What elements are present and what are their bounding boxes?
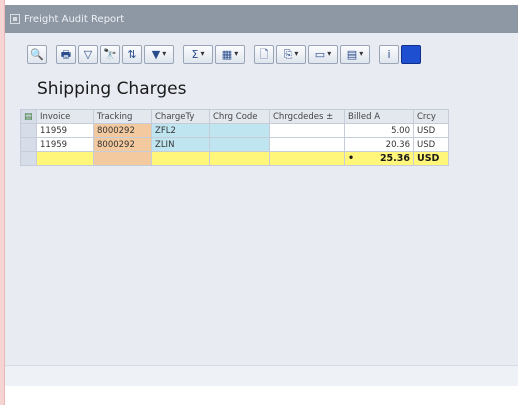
report-content: 🔍 🖶 ▽ 🔭 ⇅ ▼ ▾ Σ ▾ ▦ ▾ 🗋 ⎘ ▾ ▭ ▾ ▤ ▾ i Shipping… xyxy=(5,33,518,365)
column-header-charge-type[interactable]: ChargeTy xyxy=(151,109,210,124)
cell-billed-amount: 5.00 xyxy=(344,123,414,138)
column-header-chrg-code[interactable]: Chrg Code xyxy=(209,109,270,124)
row-selector[interactable] xyxy=(20,151,37,166)
overflow-icon[interactable] xyxy=(401,44,421,64)
total-currency: USD xyxy=(413,151,449,166)
column-header-tracking[interactable]: Tracking xyxy=(93,109,152,124)
alv-toolbar: 🔍 🖶 ▽ 🔭 ⇅ ▼ ▾ Σ ▾ ▦ ▾ 🗋 ⎘ ▾ ▭ ▾ ▤ ▾ i xyxy=(27,43,421,65)
table-row[interactable]: 11959 8000292 ZLIN 20.36 USD xyxy=(20,137,518,152)
cell-currency: USD xyxy=(413,123,449,138)
total-cell-chrg-desc xyxy=(269,151,345,166)
cell-currency: USD xyxy=(413,137,449,152)
status-bar xyxy=(5,365,518,386)
total-cell-invoice xyxy=(36,151,94,166)
shipping-charges-table: ▤ Invoice Tracking ChargeTy Chrg Code Ch… xyxy=(20,109,518,166)
column-header-billed-amount[interactable]: Billed A xyxy=(344,109,414,124)
window-icon xyxy=(10,14,20,24)
column-header-chrg-desc[interactable]: Chrgcdedes ± xyxy=(269,109,345,124)
select-all-icon[interactable]: ▤ xyxy=(20,109,37,124)
column-header-currency[interactable]: Crcy xyxy=(413,109,449,124)
cell-billed-amount: 20.36 xyxy=(344,137,414,152)
total-cell-charge-type xyxy=(151,151,210,166)
total-cell-tracking xyxy=(93,151,152,166)
magnify-icon[interactable]: 🔍 xyxy=(27,44,47,64)
total-row[interactable]: • 25.36 USD xyxy=(20,151,518,166)
export-icon[interactable]: ⎘ ▾ xyxy=(276,44,306,64)
document-icon[interactable]: 🗋 xyxy=(254,44,274,64)
sort-icon[interactable]: ⇅ xyxy=(122,44,142,64)
layout-icon[interactable]: ▦ ▾ xyxy=(215,44,245,64)
report-window: Freight Audit Report 🔍 🖶 ▽ 🔭 ⇅ ▼ ▾ Σ ▾ ▦ ▾ … xyxy=(5,0,518,405)
subtotal-icon[interactable]: Σ ▾ xyxy=(183,44,213,64)
cell-chrg-code xyxy=(209,123,270,138)
chart-icon[interactable]: ▤ ▾ xyxy=(340,44,370,64)
table-header-row: ▤ Invoice Tracking ChargeTy Chrg Code Ch… xyxy=(20,109,518,124)
footer-area xyxy=(5,386,518,405)
cell-charge-type: ZLIN xyxy=(151,137,210,152)
cell-chrg-code xyxy=(209,137,270,152)
total-marker: • xyxy=(348,153,355,164)
window-title: Freight Audit Report xyxy=(24,13,125,25)
table-row[interactable]: 11959 8000292 ZFL2 5.00 USD xyxy=(20,123,518,138)
filter-icon[interactable]: ▽ xyxy=(78,44,98,64)
cell-chrg-desc xyxy=(269,137,345,152)
filter-dropdown-icon[interactable]: ▼ ▾ xyxy=(144,44,174,64)
print-icon[interactable]: 🖶 xyxy=(56,44,76,64)
find-icon[interactable]: 🔭 xyxy=(100,44,120,64)
cell-charge-type: ZFL2 xyxy=(151,123,210,138)
cell-tracking: 8000292 xyxy=(93,137,152,152)
column-header-invoice[interactable]: Invoice xyxy=(36,109,94,124)
row-selector[interactable] xyxy=(20,123,37,138)
view-icon[interactable]: ▭ ▾ xyxy=(308,44,338,64)
title-bar: Freight Audit Report xyxy=(5,5,518,33)
cell-invoice: 11959 xyxy=(36,137,94,152)
page-title: Shipping Charges xyxy=(37,79,187,99)
cell-tracking: 8000292 xyxy=(93,123,152,138)
total-cell-chrg-code xyxy=(209,151,270,166)
cell-invoice: 11959 xyxy=(36,123,94,138)
total-billed-amount: • 25.36 xyxy=(344,151,414,166)
info-icon[interactable]: i xyxy=(379,44,399,64)
row-selector[interactable] xyxy=(20,137,37,152)
cell-chrg-desc xyxy=(269,123,345,138)
